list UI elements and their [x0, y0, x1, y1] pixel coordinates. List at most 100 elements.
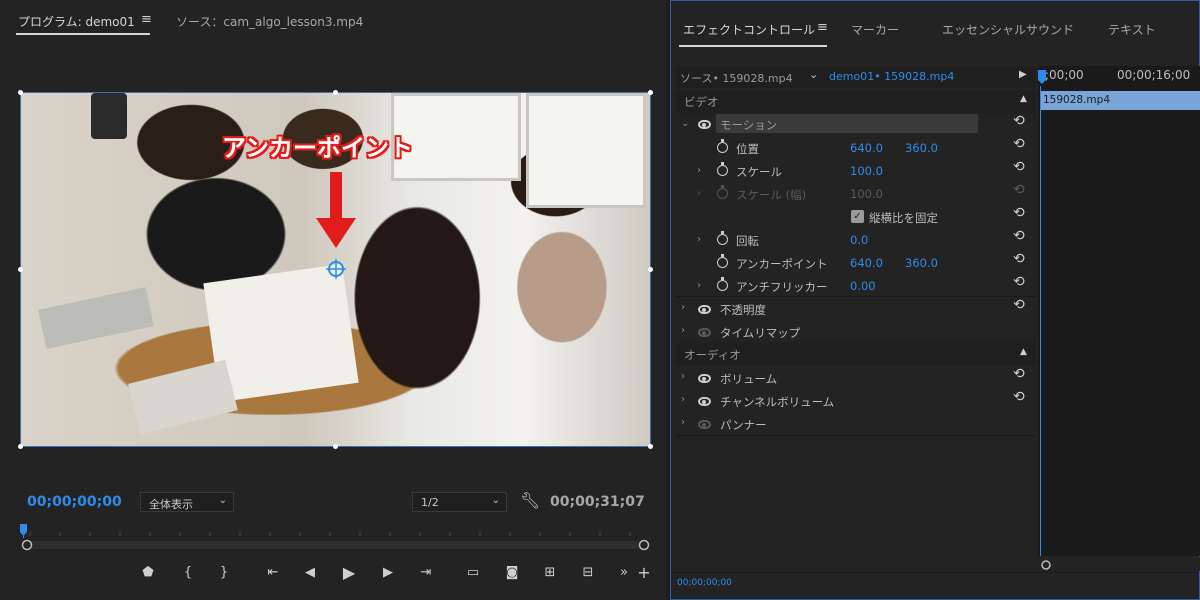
eye-icon[interactable]	[698, 397, 711, 406]
marker-icon[interactable]: ⬟	[138, 563, 158, 583]
more-icon[interactable]: »	[614, 563, 634, 583]
book-decor	[128, 359, 238, 435]
volume-label[interactable]: ボリューム	[720, 371, 777, 387]
go-to-out-icon[interactable]: ⇥	[416, 563, 436, 583]
chevron-right-icon[interactable]: ›	[681, 417, 685, 428]
step-forward-icon[interactable]: ▶︎	[378, 563, 398, 583]
footer-timecode[interactable]: 00;00;00;00	[677, 578, 732, 588]
motion-row-highlight[interactable]: モーション	[716, 114, 978, 133]
tab-program[interactable]: プログラム: demo01	[18, 13, 135, 30]
video-header-label: ビデオ	[684, 95, 719, 109]
tab-text[interactable]: テキスト	[1108, 21, 1156, 38]
reset-icon[interactable]: ⟲	[1013, 113, 1025, 129]
safe-margins-icon[interactable]: ▭	[463, 563, 483, 583]
wrench-icon[interactable]: 🔧︎	[520, 491, 540, 510]
stopwatch-icon[interactable]	[717, 277, 728, 291]
position-label: 位置	[736, 142, 759, 156]
reset-icon[interactable]: ⟲	[1013, 205, 1025, 221]
chevron-right-icon[interactable]: ›	[681, 371, 685, 382]
effect-timeline-pane[interactable]	[1038, 66, 1200, 556]
stopwatch-icon[interactable]	[717, 231, 728, 245]
reset-icon[interactable]: ⟲	[1013, 136, 1025, 152]
transform-handle[interactable]	[333, 90, 338, 95]
reset-icon[interactable]: ⟲	[1013, 366, 1025, 382]
sequence-clip-label[interactable]: demo01• 159028.mp4	[829, 70, 954, 83]
playhead-line	[1040, 86, 1041, 556]
chevron-right-icon[interactable]: ›	[697, 234, 701, 245]
position-x-value[interactable]: 640.0	[850, 141, 883, 155]
reset-icon[interactable]: ⟲	[1013, 274, 1025, 290]
eye-icon[interactable]	[698, 374, 711, 383]
source-clip-label[interactable]: ソース• 159028.mp4	[680, 70, 793, 86]
uniform-scale-checkbox[interactable]: ✓	[851, 210, 864, 223]
transform-handle[interactable]	[18, 267, 23, 272]
time-remap-label[interactable]: タイムリマップ	[720, 325, 800, 341]
chevron-right-icon[interactable]: ›	[697, 188, 701, 199]
overwrite-icon[interactable]: ⊟	[578, 563, 598, 583]
play-icon[interactable]: ▶︎	[339, 563, 359, 583]
go-to-in-icon[interactable]: ⇤	[263, 563, 283, 583]
chevron-right-icon[interactable]: ›	[697, 280, 701, 291]
stopwatch-icon[interactable]	[717, 162, 728, 176]
timeline-mid-label: 00;00;16;00	[1117, 68, 1191, 82]
audio-header-label: オーディオ	[684, 348, 741, 362]
tab-essential-sound[interactable]: エッセンシャルサウンド	[942, 21, 1074, 38]
chevron-right-icon[interactable]: ›	[681, 302, 685, 313]
arrow-down-icon	[316, 172, 356, 248]
collapse-up-icon[interactable]: ▲	[1020, 94, 1027, 104]
chevron-right-icon[interactable]: ›	[681, 325, 685, 336]
panner-label[interactable]: パンナー	[720, 417, 767, 433]
program-monitor-panel: プログラム: demo01 ≡ ソース：cam_algo_lesson3.mp4…	[0, 0, 666, 600]
chevron-right-icon[interactable]: ›	[681, 394, 685, 405]
zoom-select[interactable]: 全体表示 ⌄	[140, 492, 234, 512]
effect-footer	[671, 572, 1199, 599]
eye-icon[interactable]	[698, 305, 711, 314]
mark-out-icon[interactable]: }	[214, 563, 234, 583]
reset-icon[interactable]: ⟲	[1013, 251, 1025, 267]
rotation-value[interactable]: 0.0	[850, 233, 868, 247]
add-icon[interactable]: +	[634, 563, 654, 583]
tab-effect-controls[interactable]: エフェクトコントロール	[683, 21, 815, 38]
resolution-select[interactable]: 1/2 ⌄	[412, 492, 507, 512]
transform-handle[interactable]	[333, 444, 338, 449]
anchor-crosshair-icon[interactable]	[326, 259, 346, 279]
tab-markers[interactable]: マーカー	[851, 21, 899, 38]
chevron-right-icon[interactable]: ›	[697, 165, 701, 176]
anchor-y-value[interactable]: 360.0	[905, 256, 938, 270]
scroll-handle[interactable]	[1040, 559, 1052, 571]
hamburger-icon[interactable]: ≡	[817, 20, 828, 35]
scale-value[interactable]: 100.0	[850, 164, 883, 178]
insert-icon[interactable]: ⊞	[540, 563, 560, 583]
reset-icon[interactable]: ⟲	[1013, 159, 1025, 175]
hamburger-icon[interactable]: ≡	[141, 12, 152, 27]
transform-handle[interactable]	[18, 90, 23, 95]
eye-icon[interactable]	[698, 120, 711, 129]
clip-bar[interactable]: 159028.mp4	[1041, 91, 1200, 110]
anti-flicker-value[interactable]: 0.00	[850, 279, 876, 293]
transform-handle[interactable]	[18, 444, 23, 449]
collapse-up-icon[interactable]: ▲	[1020, 347, 1027, 357]
scale-label: スケール	[736, 165, 782, 179]
mini-timeline-ruler[interactable]	[20, 524, 651, 554]
channel-volume-label[interactable]: チャンネルボリューム	[720, 394, 834, 410]
chevron-down-icon[interactable]: ⌄	[681, 118, 689, 129]
stopwatch-icon[interactable]	[717, 254, 728, 268]
chevron-down-icon[interactable]: ⌄	[809, 68, 818, 81]
current-timecode[interactable]: 00;00;00;00	[27, 494, 122, 510]
transform-handle[interactable]	[648, 444, 653, 449]
position-y-value[interactable]: 360.0	[905, 141, 938, 155]
transform-handle[interactable]	[648, 267, 653, 272]
camera-icon[interactable]: ◙	[502, 563, 522, 583]
transform-handle[interactable]	[648, 90, 653, 95]
anchor-x-value[interactable]: 640.0	[850, 256, 883, 270]
play-clip-icon[interactable]: ▶︎	[1019, 69, 1027, 80]
reset-icon[interactable]: ⟲	[1013, 389, 1025, 405]
reset-icon[interactable]: ⟲	[1013, 228, 1025, 244]
reset-icon[interactable]: ⟲	[1013, 297, 1025, 313]
tab-source[interactable]: ソース：cam_algo_lesson3.mp4	[176, 13, 363, 30]
timeline-scrollbar[interactable]	[1040, 557, 1200, 571]
step-back-icon[interactable]: ◀︎	[300, 563, 320, 583]
mark-in-icon[interactable]: {	[178, 563, 198, 583]
stopwatch-icon[interactable]	[717, 139, 728, 153]
opacity-label[interactable]: 不透明度	[720, 302, 766, 318]
